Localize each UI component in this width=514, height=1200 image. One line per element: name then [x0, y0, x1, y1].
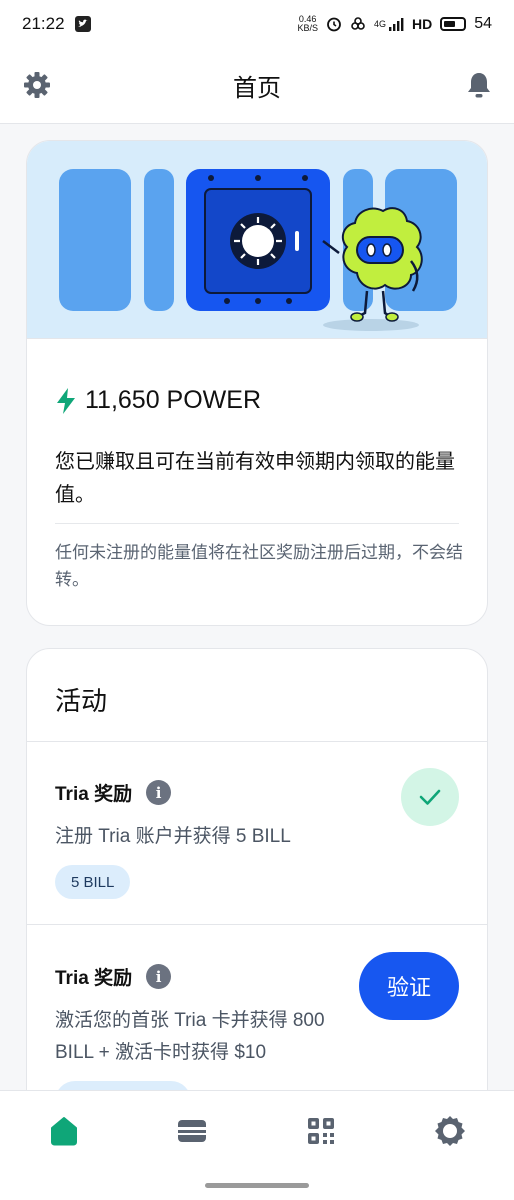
info-icon[interactable]: i — [146, 780, 172, 805]
home-indicator — [205, 1183, 309, 1188]
network-type: 4G — [373, 19, 386, 29]
lightning-icon — [57, 387, 75, 414]
info-icon[interactable]: i — [146, 964, 172, 989]
page-title: 首页 — [233, 75, 281, 102]
battery-icon — [440, 17, 467, 31]
signal-icon — [388, 18, 404, 31]
activity-header: Tria 奖励 i — [55, 779, 172, 806]
check-icon — [419, 789, 441, 805]
activity-header: Tria 奖励 i — [55, 963, 172, 990]
activity-title: Tria 奖励 — [55, 784, 133, 805]
reward-badge: 5 BILL — [55, 865, 131, 899]
status-time: 21:22 — [22, 14, 65, 33]
activities-card: 活动 Tria 奖励 i 注册 Tria 账户并获得 5 BILL 5 BILL… — [26, 648, 488, 1118]
home-icon[interactable] — [44, 1111, 84, 1151]
activity-title: Tria 奖励 — [55, 968, 133, 989]
verify-button[interactable]: 验证 — [359, 952, 459, 1020]
activity-item: Tria 奖励 i 注册 Tria 账户并获得 5 BILL 5 BILL — [27, 741, 487, 925]
alarm-icon — [327, 17, 341, 32]
power-amount: 11,650 POWER — [85, 386, 262, 414]
bottom-nav — [0, 1090, 514, 1200]
qr-code-icon[interactable] — [301, 1111, 341, 1151]
app-header: 首页 — [0, 48, 514, 124]
status-icons: 0.46 KB/S 4G HD 54 — [297, 15, 492, 33]
power-expiry-note: 任何未注册的能量值将在社区奖励注册后过期，不会结转。 — [55, 543, 463, 589]
power-description: 您已赚取且可在当前有效申领期内领取的能量值。 — [55, 451, 455, 506]
activities-title: 活动 — [55, 686, 108, 716]
vault-illustration — [27, 141, 487, 339]
link-icon — [351, 17, 365, 30]
hd-label: HD — [411, 16, 433, 32]
settings-icon[interactable] — [430, 1111, 470, 1151]
bell-icon[interactable] — [464, 70, 494, 100]
battery-level: 54 — [474, 15, 492, 32]
power-balance: 11,650 POWER — [55, 386, 261, 415]
wallet-icon[interactable] — [172, 1111, 212, 1151]
completed-check-button[interactable] — [401, 768, 459, 826]
power-card: 11,650 POWER 您已赚取且可在当前有效申领期内领取的能量值。 任何未注… — [26, 140, 488, 626]
activity-description: 激活您的首张 Tria 卡并获得 800 BILL + 激活卡时获得 $10 — [55, 1010, 325, 1063]
activity-description: 注册 Tria 账户并获得 5 BILL — [55, 826, 291, 847]
status-bar: 21:22 0.46 KB/S 4G HD 54 — [0, 0, 514, 48]
gear-icon[interactable] — [22, 70, 52, 100]
divider — [55, 523, 459, 524]
twitter-icon — [74, 16, 91, 32]
net-speed: 0.46 KB/S — [297, 14, 318, 33]
